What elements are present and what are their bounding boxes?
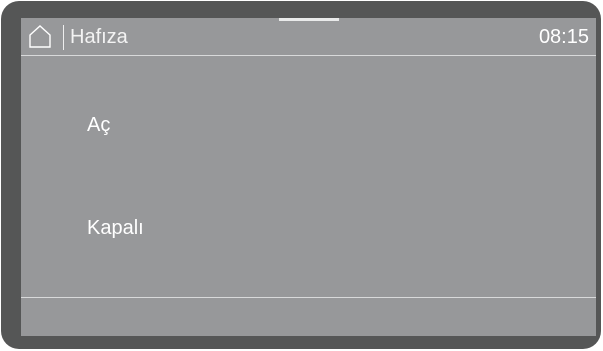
header-bar: Hafıza 08:15 bbox=[21, 18, 596, 55]
device-bezel: Hafıza 08:15 Aç Kapalı bbox=[1, 1, 601, 349]
footer-divider-line bbox=[21, 297, 596, 298]
option-on[interactable]: Aç bbox=[87, 111, 110, 139]
home-icon[interactable] bbox=[27, 23, 53, 49]
header-divider bbox=[63, 25, 64, 50]
display-screen: Hafıza 08:15 Aç Kapalı bbox=[21, 18, 596, 336]
option-off[interactable]: Kapalı bbox=[87, 214, 144, 242]
page-title: Hafıza bbox=[70, 26, 128, 48]
header-divider-line bbox=[21, 55, 596, 56]
clock-time: 08:15 bbox=[538, 26, 589, 48]
